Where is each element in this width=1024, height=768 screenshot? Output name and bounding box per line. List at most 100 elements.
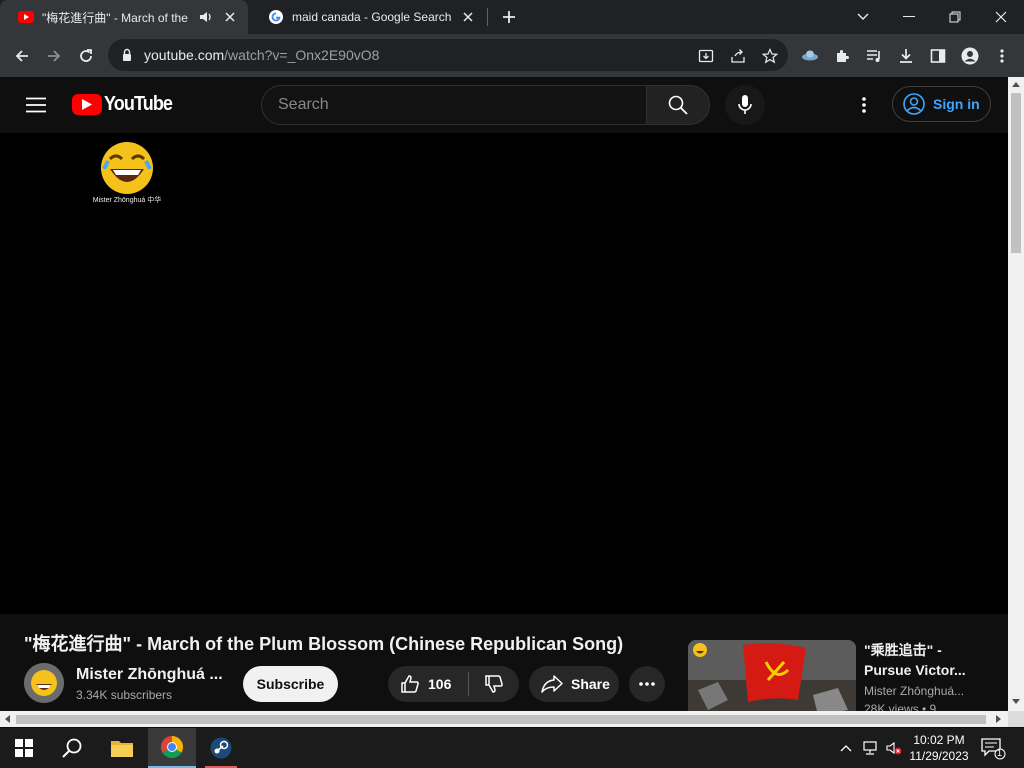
scroll-up-arrow-icon[interactable] <box>1012 82 1020 87</box>
close-tab-icon[interactable] <box>460 9 476 25</box>
windows-taskbar: 10:02 PM 11/29/2023 1 <box>0 728 1024 768</box>
hamburger-menu-icon[interactable] <box>20 93 52 117</box>
hammer-sickle-flag-image <box>688 640 856 711</box>
video-player[interactable]: Mister Zhōnghuá 中华 <box>0 133 1008 614</box>
channel-watermark: Mister Zhōnghuá 中华 <box>88 139 166 209</box>
media-queue-icon[interactable] <box>860 42 888 70</box>
chrome-menu-icon[interactable] <box>988 42 1016 70</box>
subscriber-count: 3.34K subscribers <box>76 688 173 702</box>
show-hidden-icons-icon[interactable] <box>838 740 854 756</box>
network-icon[interactable] <box>862 740 878 756</box>
side-panel-icon[interactable] <box>924 42 952 70</box>
user-icon <box>903 93 925 115</box>
horizontal-scrollbar[interactable] <box>0 711 1008 727</box>
youtube-logo[interactable]: YouTube <box>72 93 180 115</box>
recommended-channel[interactable]: Mister Zhōnghuá... <box>864 684 964 698</box>
browser-toolbar: youtube.com/watch?v=_Onx2E90vO8 <box>0 34 1024 77</box>
vertical-scrollbar[interactable] <box>1008 77 1024 711</box>
tab-title: "梅花進行曲" - March of the <box>42 10 188 25</box>
new-tab-button[interactable] <box>498 6 520 28</box>
more-horizontal-icon <box>639 682 655 686</box>
recommended-title[interactable]: "乘胜追击" - Pursue Victor... <box>864 640 984 680</box>
speaker-icon[interactable] <box>198 9 214 25</box>
tab-search-icon[interactable] <box>840 0 886 34</box>
reload-button[interactable] <box>72 42 100 70</box>
horizontal-scroll-thumb[interactable] <box>16 715 986 724</box>
notification-count: 1 <box>997 748 1003 758</box>
browser-tabstrip: "梅花進行曲" - March of the maid canada - Goo… <box>0 0 1024 34</box>
taskbar-search-button[interactable] <box>48 728 96 768</box>
tab-youtube[interactable]: "梅花進行曲" - March of the <box>0 0 248 34</box>
share-label: Share <box>571 676 610 692</box>
action-center-button[interactable]: 1 <box>980 736 1006 760</box>
chrome-taskbar-button[interactable] <box>148 728 196 768</box>
scroll-down-arrow-icon[interactable] <box>1012 699 1020 704</box>
chrome-icon <box>161 736 183 758</box>
bookmark-star-icon[interactable] <box>760 46 780 66</box>
channel-name[interactable]: Mister Zhōnghuá ... <box>76 666 223 684</box>
search-button[interactable] <box>646 85 710 125</box>
search-input[interactable] <box>278 96 647 114</box>
thumbs-down-icon <box>485 675 503 693</box>
tab-title: maid canada - Google Search <box>292 10 452 24</box>
share-page-icon[interactable] <box>728 46 748 66</box>
install-app-icon[interactable] <box>696 46 716 66</box>
scroll-left-arrow-icon[interactable] <box>5 715 10 723</box>
steam-icon <box>210 737 232 759</box>
system-clock[interactable]: 10:02 PM 11/29/2023 <box>904 732 974 764</box>
sign-in-label: Sign in <box>933 96 980 112</box>
notification-icon <box>981 738 1006 760</box>
scrollbar-corner <box>1008 711 1024 727</box>
channel-avatar[interactable] <box>24 663 64 703</box>
youtube-header: YouTube Sign in <box>0 77 1008 133</box>
clock-time: 10:02 PM <box>913 733 965 747</box>
downloads-icon[interactable] <box>892 42 920 70</box>
volume-muted-icon[interactable] <box>886 740 902 756</box>
recommended-views: 28K views • 9 <box>864 702 937 711</box>
dislike-button[interactable] <box>469 666 519 702</box>
forward-button[interactable] <box>40 42 68 70</box>
recommended-thumbnail[interactable] <box>688 640 856 711</box>
extension-alien-icon[interactable] <box>796 42 824 70</box>
close-tab-icon[interactable] <box>222 9 238 25</box>
extensions-puzzle-icon[interactable] <box>828 42 856 70</box>
close-window-icon[interactable] <box>978 0 1024 34</box>
back-button[interactable] <box>8 42 36 70</box>
recommended-title-line2: Pursue Victor... <box>864 662 966 678</box>
lock-icon[interactable] <box>120 48 134 62</box>
file-explorer-button[interactable] <box>98 728 146 768</box>
search-icon <box>62 738 82 758</box>
subscribe-button[interactable]: Subscribe <box>243 666 338 702</box>
folder-icon <box>111 741 133 757</box>
url-path: /watch?v=_Onx2E90vO8 <box>224 47 380 63</box>
vertical-scroll-thumb[interactable] <box>1011 93 1021 253</box>
clock-date: 11/29/2023 <box>909 749 969 763</box>
scroll-right-arrow-icon[interactable] <box>996 715 1001 723</box>
address-bar[interactable]: youtube.com/watch?v=_Onx2E90vO8 <box>108 39 788 71</box>
video-title-chinese: "梅花進行曲" <box>24 634 132 654</box>
start-button[interactable] <box>0 728 48 768</box>
sign-in-button[interactable]: Sign in <box>892 86 991 122</box>
recommended-video[interactable]: "乘胜追击" - Pursue Victor... Mister Zhōnghuá… <box>688 640 1008 711</box>
like-button[interactable]: 106 <box>388 666 468 702</box>
steam-taskbar-button[interactable] <box>197 728 245 768</box>
more-actions-button[interactable] <box>629 666 665 702</box>
search-box[interactable] <box>261 85 647 125</box>
laughing-emoji-avatar-icon <box>24 663 64 703</box>
laughing-emoji-logo-icon <box>101 142 153 194</box>
share-button[interactable]: Share <box>529 666 619 702</box>
voice-search-button[interactable] <box>725 85 765 125</box>
restore-icon[interactable] <box>932 0 978 34</box>
watermark-text: Mister Zhōnghuá 中华 <box>92 197 162 204</box>
url-text[interactable]: youtube.com/watch?v=_Onx2E90vO8 <box>144 47 788 63</box>
minimize-icon[interactable] <box>886 0 932 34</box>
youtube-wordmark: YouTube <box>104 92 173 115</box>
youtube-favicon-icon <box>18 11 34 23</box>
settings-menu-icon[interactable] <box>852 93 876 117</box>
windows-logo-icon <box>15 739 33 757</box>
tab-google-search[interactable]: maid canada - Google Search <box>250 0 486 34</box>
like-dislike-group: 106 <box>388 666 519 702</box>
profile-icon[interactable] <box>956 42 984 70</box>
recommended-title-line1: "乘胜追击" - <box>864 642 942 658</box>
youtube-play-icon <box>72 93 102 115</box>
